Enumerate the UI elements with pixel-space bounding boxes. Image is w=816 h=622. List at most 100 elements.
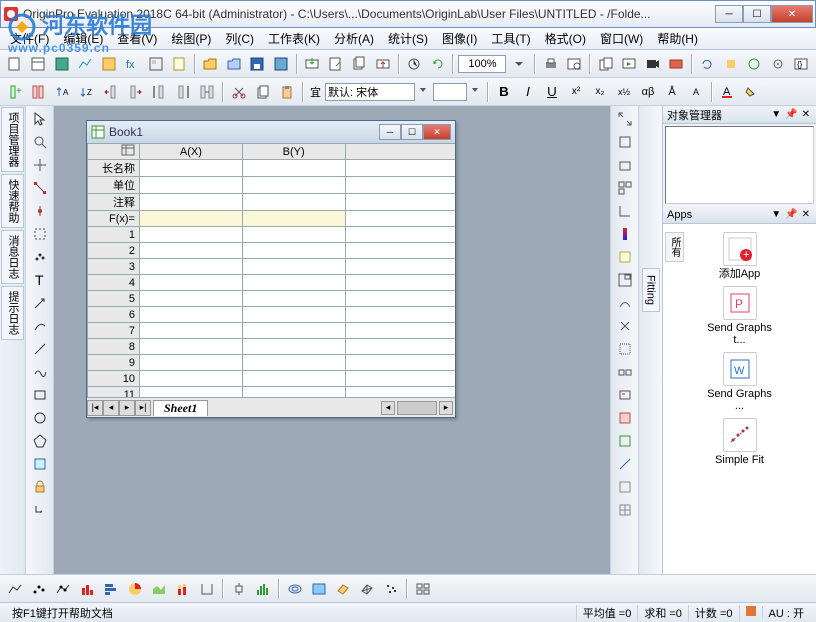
- add-layer-button[interactable]: [614, 131, 636, 153]
- add-inset-button[interactable]: [614, 269, 636, 291]
- sort-asc-button[interactable]: A: [52, 81, 74, 103]
- show-grid-button[interactable]: [614, 499, 636, 521]
- menu-image[interactable]: 图像(I): [436, 28, 483, 49]
- zoom-pan-tool[interactable]: [28, 131, 52, 153]
- maximize-button[interactable]: ☐: [743, 5, 771, 23]
- area-plot-button[interactable]: [148, 578, 170, 600]
- close-button[interactable]: ✕: [771, 5, 813, 23]
- corner-cell[interactable]: [88, 144, 140, 160]
- sheet-tab-1[interactable]: Sheet1: [153, 400, 208, 416]
- new-graph-button[interactable]: [74, 53, 95, 75]
- data-reader-tool[interactable]: [28, 154, 52, 176]
- line-tool[interactable]: [28, 338, 52, 360]
- font-size-input[interactable]: [433, 83, 467, 101]
- import-multi-button[interactable]: [349, 53, 370, 75]
- workbook-maximize[interactable]: ☐: [401, 124, 423, 140]
- pointer-tool[interactable]: [28, 108, 52, 130]
- image-plot-button[interactable]: [308, 578, 330, 600]
- font-color-button[interactable]: A: [717, 81, 739, 103]
- tab-fitting[interactable]: Fitting: [642, 268, 660, 312]
- import-wizard-button[interactable]: [302, 53, 323, 75]
- new-excel-button[interactable]: [51, 53, 72, 75]
- row-fx[interactable]: F(x)=: [88, 211, 140, 227]
- zoom-input[interactable]: [458, 55, 506, 73]
- apps-category-tab[interactable]: 所有: [665, 232, 684, 262]
- apps-dropdown[interactable]: ▼: [769, 209, 783, 220]
- polygon-tool[interactable]: [28, 430, 52, 452]
- regional-mask-tool[interactable]: [28, 223, 52, 245]
- fill-color-button[interactable]: [741, 81, 763, 103]
- apps-close[interactable]: ✕: [800, 209, 812, 220]
- tab-nav-next[interactable]: ▸: [119, 400, 135, 416]
- workbook-minimize[interactable]: ─: [379, 124, 401, 140]
- gadget-button[interactable]: [720, 53, 741, 75]
- fontsize-dropdown[interactable]: [469, 81, 483, 103]
- app-add[interactable]: + 添加App: [705, 232, 775, 280]
- export-button[interactable]: [372, 53, 393, 75]
- region-tool[interactable]: [28, 453, 52, 475]
- pie-plot-button[interactable]: [124, 578, 146, 600]
- col-header-b[interactable]: B(Y): [242, 144, 345, 160]
- tab-nav-first[interactable]: |◂: [87, 400, 103, 416]
- app-send-ppt[interactable]: P Send Graphs t...: [705, 286, 775, 346]
- merge-button[interactable]: [614, 177, 636, 199]
- row-units[interactable]: 单位: [88, 177, 140, 194]
- add-column-button[interactable]: +: [4, 81, 26, 103]
- rescale-button[interactable]: [614, 108, 636, 130]
- curved-arrow-tool[interactable]: [28, 315, 52, 337]
- move-left-button[interactable]: [100, 81, 122, 103]
- swap-cols-button[interactable]: [196, 81, 218, 103]
- object-manager-header[interactable]: 对象管理器 ▼ 📌 ✕: [663, 106, 816, 124]
- add-colorscale-button[interactable]: [614, 223, 636, 245]
- workbook-close[interactable]: ✕: [423, 124, 451, 140]
- menu-worksheet[interactable]: 工作表(K): [262, 28, 326, 49]
- zoom-dropdown[interactable]: [508, 53, 529, 75]
- superscript-button[interactable]: x²: [565, 81, 587, 103]
- open-button[interactable]: [200, 53, 221, 75]
- menu-view[interactable]: 查看(V): [111, 28, 163, 49]
- row-comments[interactable]: 注释: [88, 194, 140, 211]
- tab-nav-last[interactable]: ▸|: [135, 400, 151, 416]
- save-template-button[interactable]: [270, 53, 291, 75]
- worksheet-grid[interactable]: A(X) B(Y) 长名称 单位 注释 F(x)= 1 2 3 4 5 6 7 …: [87, 143, 455, 397]
- hscroll-track[interactable]: [397, 401, 437, 415]
- new-project-button[interactable]: [4, 53, 25, 75]
- layer-mgmt-button[interactable]: [614, 361, 636, 383]
- show-data-button[interactable]: [614, 453, 636, 475]
- menu-plot[interactable]: 绘图(P): [165, 28, 217, 49]
- menu-format[interactable]: 格式(O): [539, 28, 592, 49]
- menu-file[interactable]: 文件(F): [4, 28, 55, 49]
- box-plot-button[interactable]: [228, 578, 250, 600]
- print-preview-button[interactable]: [563, 53, 584, 75]
- circle-tool[interactable]: [28, 407, 52, 429]
- recalculate-button[interactable]: [427, 53, 448, 75]
- line-scatter-button[interactable]: [52, 578, 74, 600]
- add-axes-button[interactable]: [614, 200, 636, 222]
- move-end-button[interactable]: [172, 81, 194, 103]
- template-library-button[interactable]: [412, 578, 434, 600]
- data-cursor-tool[interactable]: [28, 200, 52, 222]
- tab-project-explorer[interactable]: 项目管理器: [1, 107, 24, 172]
- draw-data-tool[interactable]: [28, 246, 52, 268]
- duplicate-button[interactable]: [595, 53, 616, 75]
- save-button[interactable]: [247, 53, 268, 75]
- scatter-3d-button[interactable]: [380, 578, 402, 600]
- greek-button[interactable]: αβ: [637, 81, 659, 103]
- new-matrix-button[interactable]: [98, 53, 119, 75]
- apps-header[interactable]: Apps ▼ 📌 ✕: [663, 206, 816, 224]
- line-plot-button[interactable]: [4, 578, 26, 600]
- tab-nav-prev[interactable]: ◂: [103, 400, 119, 416]
- send-graphs-button[interactable]: [665, 53, 686, 75]
- data-selector-tool[interactable]: [28, 177, 52, 199]
- minimize-button[interactable]: ─: [715, 5, 743, 23]
- exchange-xy-button[interactable]: [614, 315, 636, 337]
- contour-button[interactable]: [284, 578, 306, 600]
- menu-analysis[interactable]: 分析(A): [328, 28, 380, 49]
- stats-column-button[interactable]: [28, 81, 50, 103]
- text-tool[interactable]: T: [28, 269, 52, 291]
- workbook-titlebar[interactable]: Book1 ─ ☐ ✕: [87, 121, 455, 143]
- row-longname[interactable]: 长名称: [88, 160, 140, 177]
- scatter-plot-button[interactable]: [28, 578, 50, 600]
- tab-messages-log[interactable]: 消息日志: [1, 230, 24, 284]
- move-begin-button[interactable]: [148, 81, 170, 103]
